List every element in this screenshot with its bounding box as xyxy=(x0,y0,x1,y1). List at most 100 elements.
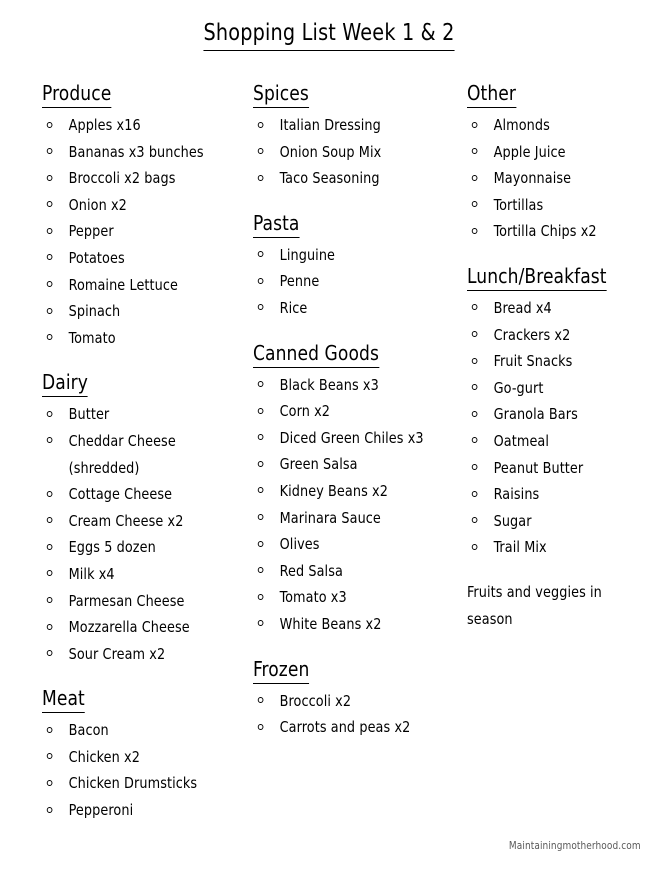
column-middle: Spices Italian Dressing Onion Soup Mix Taco… xyxy=(253,82,458,741)
list-item[interactable]: Potatoes xyxy=(42,245,237,272)
list-item[interactable]: Chicken Drumsticks xyxy=(42,770,237,797)
hollow-circle-icon xyxy=(257,407,264,414)
list-item[interactable]: Pepperoni xyxy=(42,797,237,824)
list-item[interactable]: Italian Dressing xyxy=(253,112,448,139)
hollow-circle-icon xyxy=(46,753,53,760)
list-item[interactable]: Butter xyxy=(42,401,237,428)
list-item[interactable]: Green Salsa xyxy=(253,451,448,478)
list-item[interactable]: Crackers x2 xyxy=(467,322,643,349)
list-item[interactable]: Oatmeal xyxy=(467,428,643,455)
section-heading-pasta: Pasta xyxy=(253,211,300,238)
list-item[interactable]: Sour Cream x2 xyxy=(42,641,237,668)
list-item[interactable]: Trail Mix xyxy=(467,534,643,561)
item-list-canned-goods: Black Beans x3 Corn x2 Diced Green Chiles … xyxy=(253,372,458,638)
list-item-label: Sour Cream x2 xyxy=(68,644,166,663)
list-item[interactable]: Cream Cheese x2 xyxy=(42,508,237,535)
list-item[interactable]: Tomato xyxy=(42,325,237,352)
section-canned-goods: Canned Goods Black Beans x3 Corn x2 Diced G… xyxy=(253,341,458,638)
list-item[interactable]: Broccoli x2 xyxy=(253,688,448,715)
hollow-circle-icon xyxy=(257,174,264,181)
list-item[interactable]: Marinara Sauce xyxy=(253,505,448,532)
column-right: Other Almonds Apple Juice Mayonnaise Tortill… xyxy=(467,82,652,632)
list-item[interactable]: Parmesan Cheese xyxy=(42,588,237,615)
item-list-other: Almonds Apple Juice Mayonnaise Tortillas Tor… xyxy=(467,112,652,245)
list-item-label: Spinach xyxy=(68,302,121,321)
hollow-circle-icon xyxy=(46,490,53,497)
hollow-circle-icon xyxy=(471,490,478,497)
list-item[interactable]: Go-gurt xyxy=(467,375,643,402)
hollow-circle-icon xyxy=(257,381,264,388)
list-item-label: Bacon xyxy=(68,721,109,740)
list-item[interactable]: Raisins xyxy=(467,481,643,508)
hollow-circle-icon xyxy=(471,304,478,311)
list-item-label: Almonds xyxy=(493,116,550,134)
hollow-circle-icon xyxy=(46,307,53,314)
list-item[interactable]: Romaine Lettuce xyxy=(42,272,237,299)
section-produce: Produce Apples x16 Bananas x3 bunches Brocc… xyxy=(42,82,247,351)
hollow-circle-icon xyxy=(46,281,53,288)
list-item[interactable]: Sugar xyxy=(467,508,643,535)
list-item[interactable]: Bread x4 xyxy=(467,295,643,322)
hollow-circle-icon xyxy=(46,726,53,733)
list-item[interactable]: Tortillas xyxy=(467,192,643,219)
hollow-circle-icon xyxy=(257,434,264,441)
list-item-label: Fruit Snacks xyxy=(493,352,573,371)
hollow-circle-icon xyxy=(471,410,478,417)
hollow-circle-icon xyxy=(471,148,478,155)
list-item[interactable]: Bacon xyxy=(42,717,237,744)
list-item-label: Rice xyxy=(279,298,308,317)
list-item-label: Cream Cheese x2 xyxy=(68,511,184,530)
list-item[interactable]: Apple Juice xyxy=(467,139,643,166)
list-item[interactable]: Corn x2 xyxy=(253,398,448,425)
list-item[interactable]: Bananas x3 bunches xyxy=(42,139,237,166)
list-item[interactable]: Broccoli x2 bags xyxy=(42,165,237,192)
list-item-label: Black Beans x3 xyxy=(279,375,379,394)
list-item[interactable]: Spinach xyxy=(42,298,237,325)
list-item[interactable]: Diced Green Chiles x3 xyxy=(253,425,448,452)
list-item[interactable]: Tortilla Chips x2 xyxy=(467,218,643,245)
section-frozen: Frozen Broccoli x2 Carrots and peas x2 xyxy=(253,657,458,741)
list-item[interactable]: Carrots and peas x2 xyxy=(253,714,448,741)
list-item-label: Bananas x3 bunches xyxy=(68,142,204,161)
list-item[interactable]: Rice xyxy=(253,295,448,322)
list-item[interactable]: Milk x4 xyxy=(42,561,237,588)
list-item[interactable]: Granola Bars xyxy=(467,401,643,428)
list-item[interactable]: Mayonnaise xyxy=(467,165,643,192)
item-list-produce: Apples x16 Bananas x3 bunches Broccoli x2 … xyxy=(42,112,247,351)
list-item[interactable]: Cheddar Cheese (shredded) xyxy=(42,428,237,481)
hollow-circle-icon xyxy=(257,121,264,128)
section-other: Other Almonds Apple Juice Mayonnaise Tortill… xyxy=(467,82,652,245)
hollow-circle-icon xyxy=(471,517,478,524)
hollow-circle-icon xyxy=(257,620,264,627)
list-item[interactable]: Kidney Beans x2 xyxy=(253,478,448,505)
list-item[interactable]: Pepper xyxy=(42,218,237,245)
list-item[interactable]: Chicken x2 xyxy=(42,744,237,771)
list-item[interactable]: Peanut Butter xyxy=(467,455,643,482)
list-item[interactable]: Cottage Cheese xyxy=(42,481,237,508)
list-item[interactable]: Almonds xyxy=(467,112,643,139)
list-item[interactable]: Black Beans x3 xyxy=(253,372,448,399)
list-item[interactable]: Taco Seasoning xyxy=(253,165,448,192)
list-item-label: Crackers x2 xyxy=(493,325,571,344)
list-item[interactable]: Penne xyxy=(253,268,448,295)
list-item[interactable]: Red Salsa xyxy=(253,558,448,585)
list-item[interactable]: Fruit Snacks xyxy=(467,348,643,375)
list-item[interactable]: White Beans x2 xyxy=(253,611,448,638)
hollow-circle-icon xyxy=(46,623,53,630)
list-item-label: Red Salsa xyxy=(279,561,343,580)
list-item[interactable]: Eggs 5 dozen xyxy=(42,534,237,561)
hollow-circle-icon xyxy=(46,410,53,417)
list-item-label: Olives xyxy=(279,535,320,554)
hollow-circle-icon xyxy=(46,121,53,128)
list-item[interactable]: Onion x2 xyxy=(42,192,237,219)
list-item[interactable]: Olives xyxy=(253,531,448,558)
hollow-circle-icon xyxy=(471,437,478,444)
hollow-circle-icon xyxy=(257,723,264,730)
list-item[interactable]: Mozzarella Cheese xyxy=(42,614,237,641)
hollow-circle-icon xyxy=(257,304,264,311)
list-item-label: Eggs 5 dozen xyxy=(68,538,156,557)
list-item[interactable]: Onion Soup Mix xyxy=(253,139,448,166)
list-item[interactable]: Tomato x3 xyxy=(253,584,448,611)
list-item[interactable]: Linguine xyxy=(253,242,448,269)
list-item[interactable]: Apples x16 xyxy=(42,112,237,139)
